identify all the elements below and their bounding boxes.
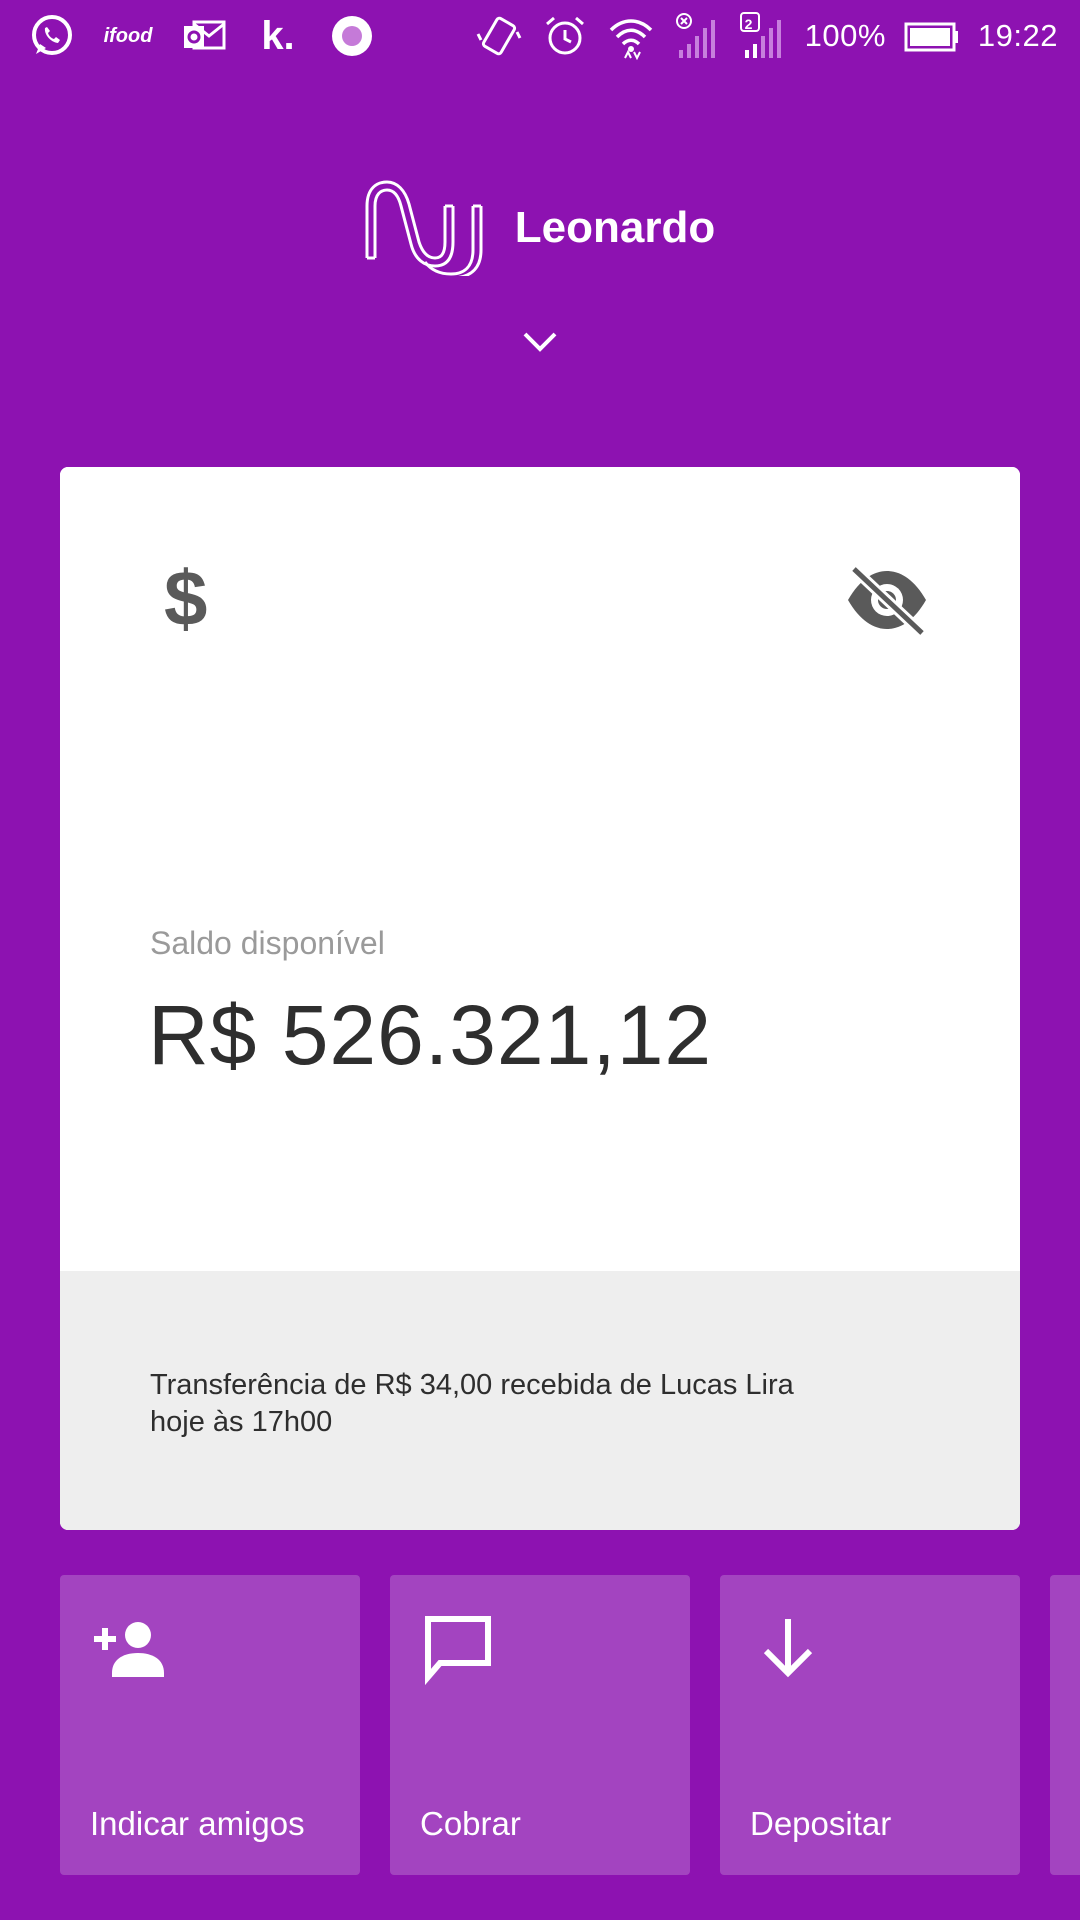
whatsapp-icon — [28, 12, 76, 60]
wifi-icon — [607, 12, 655, 60]
balance-label: Saldo disponível — [150, 925, 385, 961]
tile-label: Cobrar — [420, 1805, 521, 1842]
action-tiles: Indicar amigos Cobrar Depositar — [60, 1575, 1020, 1875]
ifood-icon: ifood — [103, 24, 153, 47]
outlook-icon — [180, 12, 228, 60]
chevron-down-icon[interactable] — [515, 322, 565, 362]
circle-app-icon — [328, 12, 376, 60]
nubank-logo-icon — [365, 180, 489, 280]
eye-hidden-icon[interactable] — [846, 563, 928, 638]
signal-sim1-icon — [673, 12, 721, 60]
recent-activity[interactable]: Transferência de R$ 34,00 recebida de Lu… — [60, 1271, 1020, 1530]
account-card[interactable]: $ Saldo disponível R$ 526.321,12 Transfe… — [60, 467, 1020, 1530]
clock: 19:22 — [977, 18, 1058, 53]
depositar-button[interactable]: Depositar — [720, 1575, 1020, 1875]
tile-label: Depositar — [750, 1805, 892, 1842]
vibrate-icon — [475, 12, 523, 60]
chat-bubble-icon — [420, 1611, 496, 1687]
dollar-icon: $ — [164, 554, 208, 642]
battery-percent: 100% — [804, 18, 886, 53]
indicar-amigos-button[interactable]: Indicar amigos — [60, 1575, 360, 1875]
balance-value: R$ 526.321,12 — [148, 988, 713, 1082]
account-header[interactable]: Leonardo — [0, 180, 1080, 280]
tile-label: Indicar amigos — [90, 1805, 305, 1842]
cobrar-button[interactable]: Cobrar — [390, 1575, 690, 1875]
signal-sim2-icon: 2 — [739, 12, 787, 60]
alarm-icon — [541, 12, 589, 60]
notification-icons: ifood k. — [28, 10, 376, 62]
user-name: Leonardo — [514, 203, 716, 252]
next-action-tile[interactable] — [1050, 1575, 1080, 1875]
system-icons: 2 100% 19:22 — [475, 10, 1058, 62]
kwai-icon: k. — [261, 13, 295, 58]
app-screen: ifood k. 2 100% 19:22 Leonardo $ Saldo d… — [0, 0, 1080, 1920]
balance-section: $ Saldo disponível R$ 526.321,12 — [60, 467, 1020, 1271]
battery-icon — [904, 12, 960, 60]
add-person-icon — [90, 1611, 166, 1687]
activity-notice: Transferência de R$ 34,00 recebida de Lu… — [150, 1369, 794, 1438]
status-bar: ifood k. 2 100% 19:22 — [0, 0, 1080, 72]
arrow-down-icon — [750, 1611, 826, 1687]
